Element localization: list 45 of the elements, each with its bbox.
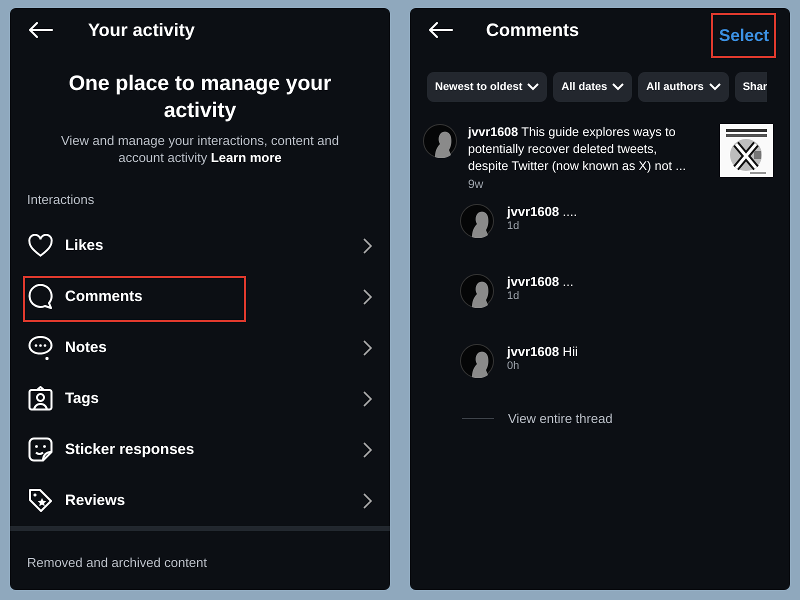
reply-time: 0h [507,360,520,372]
heading: One place to manage your activity [68,71,332,124]
back-arrow-icon[interactable] [428,22,453,38]
filter-chip[interactable]: All authors [638,72,729,102]
chevron-right-icon [363,238,372,254]
description-text: View and manage your interactions, content and account activity Learn more [60,132,340,166]
reply-text: jvvr1608 .... [507,204,578,220]
reply-time: 1d [507,220,520,232]
sticker-face-icon [28,437,53,462]
filter-chip[interactable]: All dates [553,72,632,102]
menu-item[interactable]: Sticker responses [65,441,194,458]
filter-chip[interactable]: Newest to oldest [427,72,548,102]
chevron-right-icon [363,442,372,458]
avatar [460,274,494,308]
person-tag-icon [28,386,53,411]
menu-item[interactable]: Reviews [65,492,126,509]
avatar [423,124,457,158]
note-bubble-icon [28,334,53,360]
chevron-right-icon [363,288,372,304]
footer-label: Removed and archived content [27,555,208,570]
reply-time: 1d [507,290,520,302]
chevron-right-icon [363,492,372,508]
chevron-right-icon [363,340,372,356]
comment-text: jvvr1608 This guide explores ways to potentially recover deleted tweets, despite Twitter (now known as X) not ... [468,124,687,175]
reply-text: jvvr1608 ... [507,274,574,290]
menu-item[interactable]: Comments [65,288,143,305]
section-label: Interactions [27,192,96,207]
star-tag-icon [28,488,53,513]
learn-more-link[interactable]: Learn more [210,150,282,165]
avatar [460,204,494,238]
avatar [460,344,494,378]
speech-bubble-icon [28,284,53,309]
page-title: Your activity [88,20,195,40]
back-arrow-icon[interactable] [28,22,53,38]
chevron-right-icon [363,390,372,406]
filter-chip[interactable]: Shar [734,72,768,102]
heart-icon [28,234,53,258]
menu-item[interactable]: Notes [65,339,107,356]
comment-time: 9w [468,177,484,191]
menu-item[interactable]: Likes [65,237,104,254]
view-thread-link[interactable]: View entire thread [508,411,613,426]
page-title: Comments [486,20,580,40]
select-button[interactable]: Select [711,13,776,58]
reply-text: jvvr1608 Hii [507,344,578,360]
menu-item[interactable]: Tags [65,390,99,407]
